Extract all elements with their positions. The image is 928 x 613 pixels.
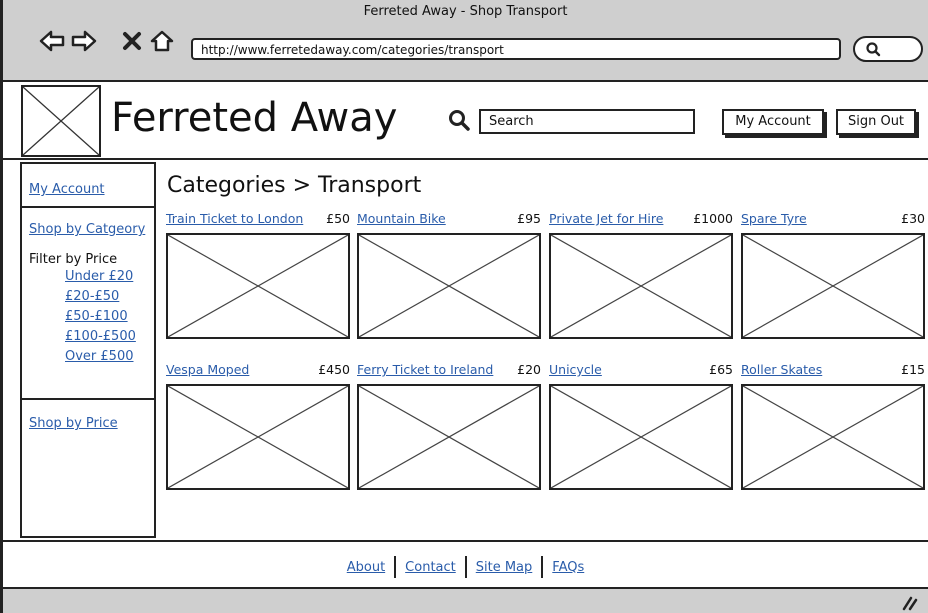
- footer-separator: [541, 556, 544, 578]
- sidebar-my-account-link[interactable]: My Account: [29, 182, 105, 197]
- product-card: Unicycle £65: [549, 362, 733, 490]
- window-title: Ferreted Away - Shop Transport: [363, 4, 568, 19]
- product-price: £450: [318, 362, 350, 377]
- product-card: Private Jet for Hire £1000: [549, 211, 733, 339]
- product-card: Train Ticket to London £50: [166, 211, 350, 339]
- product-image-placeholder[interactable]: [741, 233, 925, 339]
- logo-placeholder: [21, 85, 101, 157]
- product-name-link[interactable]: Mountain Bike: [357, 211, 446, 226]
- product-image-placeholder[interactable]: [166, 384, 350, 490]
- product-price: £30: [901, 211, 925, 226]
- filter-by-price-label: Filter by Price: [29, 252, 118, 267]
- browser-status-bar: [3, 587, 928, 613]
- footer-contact-link[interactable]: Contact: [405, 560, 456, 575]
- product-name-link[interactable]: Spare Tyre: [741, 211, 807, 226]
- sidebar-section-account: My Account: [22, 164, 154, 208]
- product-name-link[interactable]: Train Ticket to London: [166, 211, 303, 226]
- site-header: Ferreted Away Search My Account Sign Out: [3, 82, 928, 160]
- shop-by-category-link[interactable]: Shop by Catgeory: [29, 222, 154, 237]
- browser-chrome: Ferreted Away - Shop Transport http://ww…: [3, 0, 928, 82]
- product-image-placeholder[interactable]: [741, 384, 925, 490]
- product-name-link[interactable]: Vespa Moped: [166, 362, 249, 377]
- footer-separator: [464, 556, 467, 578]
- address-bar[interactable]: http://www.ferretedaway.com/categories/t…: [191, 38, 841, 60]
- footer-links: About Contact Site Map FAQs: [3, 556, 928, 578]
- product-name-link[interactable]: Roller Skates: [741, 362, 822, 377]
- site-footer: About Contact Site Map FAQs: [3, 540, 928, 587]
- product-image-placeholder[interactable]: [357, 233, 541, 339]
- browser-window: Ferreted Away - Shop Transport http://ww…: [0, 0, 928, 613]
- footer-about-link[interactable]: About: [347, 560, 385, 575]
- product-price: £65: [709, 362, 733, 377]
- product-price: £95: [517, 211, 541, 226]
- product-image-placeholder[interactable]: [357, 384, 541, 490]
- product-image-placeholder[interactable]: [166, 233, 350, 339]
- price-filter-link[interactable]: £100-£500: [65, 329, 154, 344]
- footer-separator: [394, 556, 397, 578]
- product-name-link[interactable]: Unicycle: [549, 362, 602, 377]
- product-card: Ferry Ticket to Ireland £20: [357, 362, 541, 490]
- product-name-link[interactable]: Ferry Ticket to Ireland: [357, 362, 493, 377]
- back-icon[interactable]: [37, 26, 67, 56]
- resize-grip-icon[interactable]: [900, 593, 918, 611]
- product-image-placeholder[interactable]: [549, 384, 733, 490]
- price-filter-link[interactable]: £20-£50: [65, 289, 154, 304]
- price-filter-link[interactable]: Under £20: [65, 269, 154, 284]
- product-image-placeholder[interactable]: [549, 233, 733, 339]
- home-icon[interactable]: [147, 26, 177, 56]
- shop-by-price-link[interactable]: Shop by Price: [29, 416, 118, 431]
- sidebar-section-category: Shop by Catgeory Filter by Price Under £…: [22, 208, 154, 400]
- price-filter-link[interactable]: Over £500: [65, 349, 154, 364]
- footer-site-map-link[interactable]: Site Map: [476, 560, 533, 575]
- product-price: £15: [901, 362, 925, 377]
- product-price: £50: [326, 211, 350, 226]
- footer-faqs-link[interactable]: FAQs: [552, 560, 584, 575]
- product-card: Roller Skates £15: [741, 362, 925, 490]
- page-title: Categories > Transport: [167, 173, 422, 198]
- price-filter-list: Under £20 £20-£50 £50-£100 £100-£500 Ove…: [29, 269, 154, 364]
- my-account-button[interactable]: My Account: [722, 109, 824, 135]
- forward-icon[interactable]: [69, 26, 99, 56]
- stop-icon[interactable]: [117, 26, 147, 56]
- search-icon[interactable]: [447, 108, 471, 132]
- product-price: £20: [517, 362, 541, 377]
- sidebar-section-price: Shop by Price: [22, 400, 154, 431]
- product-card: Spare Tyre £30: [741, 211, 925, 339]
- sign-out-button[interactable]: Sign Out: [836, 109, 916, 135]
- site-brand: Ferreted Away: [111, 95, 398, 141]
- product-name-link[interactable]: Private Jet for Hire: [549, 211, 663, 226]
- sidebar: My Account Shop by Catgeory Filter by Pr…: [20, 162, 156, 538]
- search-input[interactable]: Search: [479, 109, 695, 134]
- price-filter-link[interactable]: £50-£100: [65, 309, 154, 324]
- product-card: Mountain Bike £95: [357, 211, 541, 339]
- product-price: £1000: [693, 211, 733, 226]
- product-card: Vespa Moped £450: [166, 362, 350, 490]
- magnifier-icon: [866, 42, 881, 57]
- browser-search-button[interactable]: [853, 36, 923, 62]
